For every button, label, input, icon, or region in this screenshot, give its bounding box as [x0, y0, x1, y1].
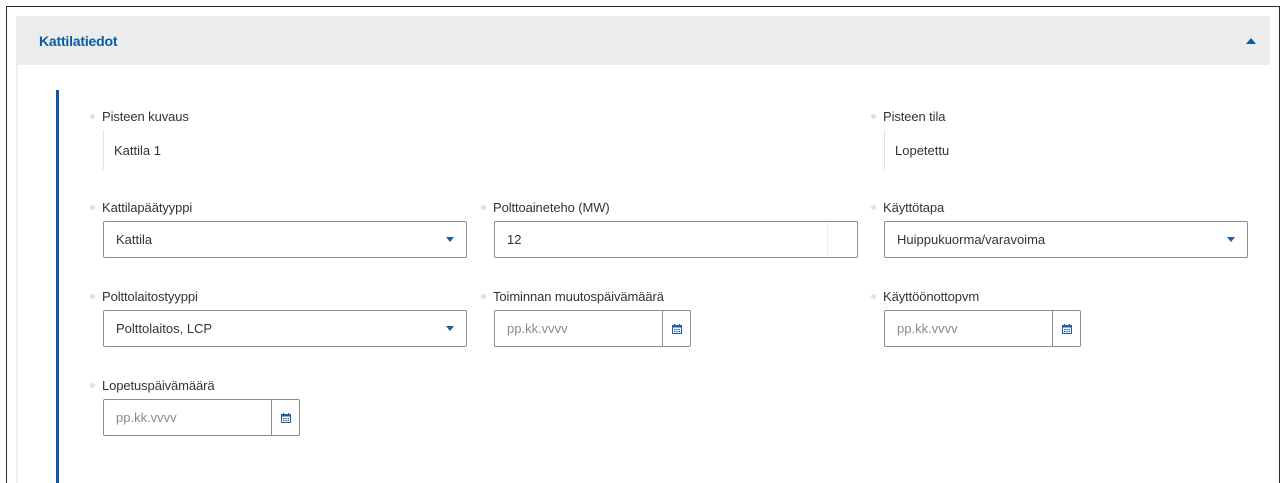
polttoaineteho-input[interactable]: 12 — [494, 221, 858, 258]
label-dot — [871, 204, 876, 210]
label-polttolaitostyyppi: Polttolaitostyyppi — [102, 288, 198, 304]
kayttotapa-select[interactable]: Huippukuorma/varavoima — [884, 221, 1248, 258]
label-kayttoonottopvm: Käyttöönottopvm — [883, 288, 980, 304]
label-dot — [90, 293, 95, 299]
label-dot — [871, 113, 876, 119]
kayttoonottopvm-datepicker: pp.kk.vvvv — [884, 310, 1081, 347]
kayttoonottopvm-input[interactable]: pp.kk.vvvv — [885, 311, 1052, 346]
lopetuspvm-datepicker: pp.kk.vvvv — [103, 399, 300, 436]
lopetuspvm-input[interactable]: pp.kk.vvvv — [104, 400, 271, 435]
label-dot — [90, 204, 95, 210]
calendar-icon — [1061, 323, 1072, 334]
toiminnan-muutospvm-datepicker: pp.kk.vvvv — [494, 310, 691, 347]
label-dot — [90, 113, 95, 119]
polttolaitostyyppi-select[interactable]: Polttolaitos, LCP — [103, 310, 467, 347]
label-polttoaineteho: Polttoaineteho (MW) — [493, 199, 610, 215]
label-dot — [481, 204, 486, 210]
panel-header[interactable]: Kattilatiedot — [16, 16, 1270, 65]
field-kayttoonottopvm: Käyttöönottopvm pp.kk.vvvv — [871, 288, 1131, 348]
caret-down-icon — [446, 326, 454, 331]
chevron-up-icon[interactable] — [1246, 37, 1256, 44]
field-polttoaineteho: Polttoaineteho (MW) 12 — [481, 199, 861, 259]
label-dot — [90, 382, 95, 388]
label-pisteen-tila: Pisteen tila — [883, 108, 946, 124]
panel-title: Kattilatiedot — [39, 32, 118, 49]
polttoaineteho-value: 12 — [507, 232, 522, 247]
calendar-icon — [280, 412, 291, 423]
label-kayttotapa: Käyttötapa — [883, 199, 945, 215]
label-pisteen-kuvaus: Pisteen kuvaus — [102, 108, 189, 124]
field-pisteen-kuvaus: Pisteen kuvaus Kattila 1 — [90, 108, 450, 170]
value-pisteen-tila: Lopetettu — [884, 130, 1184, 170]
label-kattilapaatyyppi: Kattilapäätyyppi — [102, 199, 193, 215]
field-kayttotapa: Käyttötapa Huippukuorma/varavoima — [871, 199, 1251, 259]
input-separator — [827, 223, 828, 256]
calendar-icon — [671, 323, 682, 334]
toiminnan-muutospvm-input[interactable]: pp.kk.vvvv — [495, 311, 662, 346]
kattilapaatyyppi-select[interactable]: Kattila — [103, 221, 467, 258]
calendar-button[interactable] — [271, 400, 299, 435]
kattilapaatyyppi-value: Kattila — [116, 232, 153, 247]
field-polttolaitostyyppi: Polttolaitostyyppi Polttolaitos, LCP — [90, 288, 470, 348]
kayttotapa-value: Huippukuorma/varavoima — [897, 232, 1046, 247]
field-toiminnan-muutospvm: Toiminnan muutospäivämäärä pp.kk.vvvv — [481, 288, 741, 348]
label-lopetuspvm: Lopetuspäivämäärä — [102, 377, 215, 393]
calendar-button[interactable] — [662, 311, 690, 346]
value-pisteen-kuvaus: Kattila 1 — [103, 130, 403, 170]
label-toiminnan-muutospvm: Toiminnan muutospäivämäärä — [493, 288, 664, 304]
polttolaitostyyppi-value: Polttolaitos, LCP — [116, 321, 213, 336]
calendar-button[interactable] — [1052, 311, 1080, 346]
label-dot — [871, 293, 876, 299]
caret-down-icon — [446, 237, 454, 242]
field-pisteen-tila: Pisteen tila Lopetettu — [871, 108, 1231, 170]
section-accent-bar — [56, 90, 59, 483]
field-lopetuspvm: Lopetuspäivämäärä pp.kk.vvvv — [90, 377, 350, 437]
caret-down-icon — [1227, 237, 1235, 242]
label-dot — [481, 293, 486, 299]
field-kattilapaatyyppi: Kattilapäätyyppi Kattila — [90, 199, 470, 259]
